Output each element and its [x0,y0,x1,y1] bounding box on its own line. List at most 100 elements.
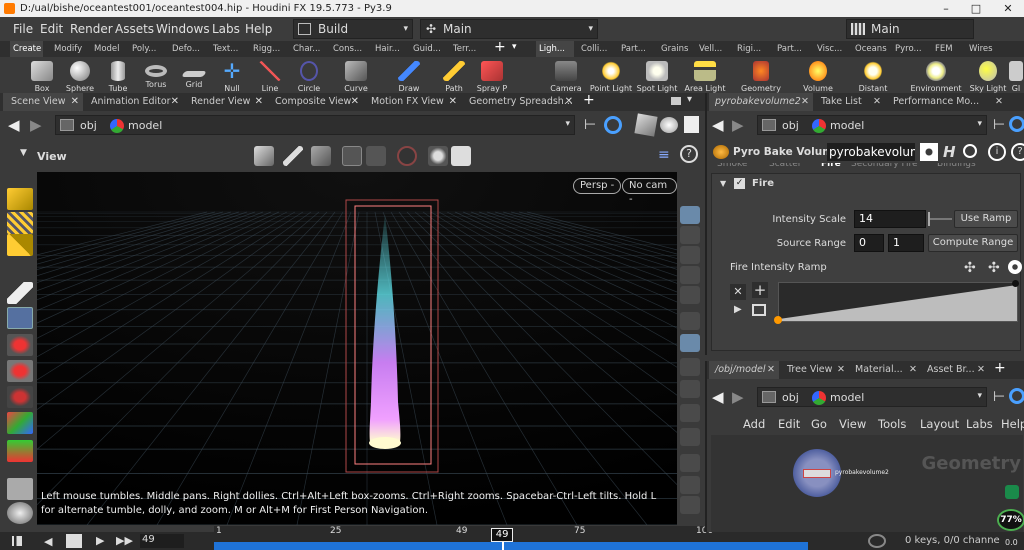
compute-range-button[interactable]: Compute Range [928,234,1018,252]
menu-tools[interactable]: Tools [878,417,906,431]
null-tool[interactable]: ✛ Null [211,61,253,93]
network-editor[interactable]: Geometry pyrobakevolume2 77% [711,435,1024,532]
ramp-key-start[interactable] [774,316,782,324]
edit-geometry-icon[interactable] [311,146,331,166]
forward-arrow-icon[interactable]: ▶ [732,388,744,406]
context-dropdown[interactable]: ✣ Main ▾ [420,19,598,39]
tab-obj-model[interactable]: /obj/model ✕ [709,361,779,379]
tab-tree-view[interactable]: Tree View ✕ [781,361,849,379]
chevron-down-icon[interactable]: ▾ [565,119,570,129]
tab-render-view[interactable]: Render View ✕ [183,93,267,111]
shelf-tab-collisions[interactable]: Colli... [578,41,614,57]
source-range-min[interactable]: 0 [854,234,884,252]
back-arrow-icon[interactable]: ◀ [8,116,20,134]
spot-light-tool[interactable]: Spot Light [636,61,678,93]
info-icon[interactable]: i [988,143,1006,161]
close-tab-icon[interactable]: ✕ [977,361,985,379]
tab-composite-view[interactable]: Composite View ✕ [267,93,363,111]
path-network[interactable]: obj [782,391,799,404]
shelf-tab-fem[interactable]: FEM [932,41,962,57]
tab-geometry-spreadsheet[interactable]: Geometry Spreadsh... ✕ [461,93,577,111]
tree-settings-icon[interactable]: ≡ [658,147,670,163]
shelf-tab-wires[interactable]: Wires [966,41,1002,57]
step-back-icon[interactable]: ◀ [44,535,52,548]
shelf-tab-hair[interactable]: Hair... [372,41,408,57]
shelf-tab-particle-fluids[interactable]: Part... [774,41,810,57]
shelf-tab-texture[interactable]: Text... [210,41,246,57]
arrow-pointer-icon[interactable] [7,282,33,304]
shelf-tab-vellum[interactable]: Vell... [696,41,732,57]
close-tab-icon[interactable]: ✕ [71,93,79,111]
network-path-field[interactable]: obj model ▾ [757,387,987,407]
source-range-max[interactable]: 1 [888,234,924,252]
sky-light-tool[interactable]: Sky Light [967,61,1009,93]
scale-handle-icon[interactable] [7,386,33,408]
path-network[interactable]: obj [782,119,799,132]
frame-field[interactable]: 49 [140,534,184,548]
link-icon[interactable] [1009,116,1024,132]
link-icon[interactable] [604,116,622,134]
use-ramp-button[interactable]: Use Ramp [954,210,1018,228]
ramp-move-icon[interactable]: ✣ [964,260,976,276]
visibility-icon[interactable] [680,454,700,472]
menu-layout[interactable]: Layout [920,417,959,431]
close-tab-icon[interactable]: ✕ [449,93,457,111]
minimize-button[interactable]: – [931,0,961,17]
shelf-tab-deform[interactable]: Defo... [169,41,207,57]
collapse-arrow-icon[interactable]: ▼ [720,179,726,188]
menu-edit[interactable]: Edit [778,417,800,431]
menu-go[interactable]: Go [811,417,827,431]
menu-render[interactable]: Render [70,17,113,41]
search-icon[interactable] [963,144,977,158]
sphere-view-icon[interactable] [660,117,678,133]
close-tab-icon[interactable]: ✕ [837,361,845,379]
tab-motion-fx-view[interactable]: Motion FX View ✕ [363,93,461,111]
menu-file[interactable]: File [13,17,33,41]
menu-assets[interactable]: Assets [115,17,154,41]
safe-area-icon[interactable] [680,404,700,422]
path-network[interactable]: obj [80,119,97,132]
camera-menu[interactable]: No cam - [622,178,677,205]
scene-viewport[interactable]: Persp - No cam - [37,172,677,525]
wire-icon[interactable] [680,246,700,264]
shelf-tab-viscous[interactable]: Visc... [814,41,850,57]
param-path-field[interactable]: obj model ▾ [757,115,987,135]
intensity-slider[interactable] [928,218,952,220]
pane-menu-icon[interactable]: ▾ [687,94,692,105]
fire-enable-checkbox[interactable]: ✓ [734,178,745,189]
grid-tool[interactable]: Grid [173,61,215,89]
tab-take-list[interactable]: Take List ✕ [815,93,885,111]
shelf-tab-modify[interactable]: Modify [51,41,87,57]
help-icon[interactable]: ? [1011,143,1024,161]
transform-handle-icon[interactable] [7,412,33,434]
close-tab-icon[interactable]: ✕ [995,93,1003,111]
tab-pyrobakevolume2[interactable]: pyrobakevolume2 ✕ [709,93,813,111]
ramp-key-end[interactable] [1012,280,1019,287]
headlight-icon[interactable] [680,358,700,376]
shelf-tab-rigging[interactable]: Rigg... [250,41,286,57]
lighting-icon[interactable] [428,146,448,166]
link-icon[interactable] [1009,388,1024,404]
shelf-tab-oceans[interactable]: Oceans [852,41,888,57]
close-tab-icon[interactable]: ✕ [255,93,263,111]
jump-start-icon[interactable] [12,536,22,546]
maximize-pane-icon[interactable] [671,97,681,105]
close-tab-icon[interactable]: ✕ [873,93,881,111]
subtab-fire[interactable]: Fire [821,163,841,169]
play-icon[interactable]: ▶ [96,534,104,547]
lock-camera-icon[interactable] [680,266,700,284]
gear-icon[interactable] [451,146,471,166]
shelf-tab-poly[interactable]: Poly... [129,41,165,57]
render-region-icon[interactable] [366,146,386,166]
menu-help[interactable]: Help [245,17,272,41]
menu-windows[interactable]: Windows [156,17,210,41]
slider-handle[interactable] [928,212,930,226]
tab-asset-browser[interactable]: Asset Br... ✕ [921,361,989,379]
shelf-tab-rigid[interactable]: Rigi... [734,41,770,57]
cube-view-icon[interactable] [634,113,658,137]
gi-light-tool[interactable]: GI [1008,61,1024,93]
chevron-down-icon[interactable]: ▾ [977,119,982,129]
stop-icon[interactable] [66,534,82,548]
primitives-select-icon[interactable] [7,234,33,256]
tab-performance-monitor[interactable]: Performance Mo... ✕ [887,93,1007,111]
